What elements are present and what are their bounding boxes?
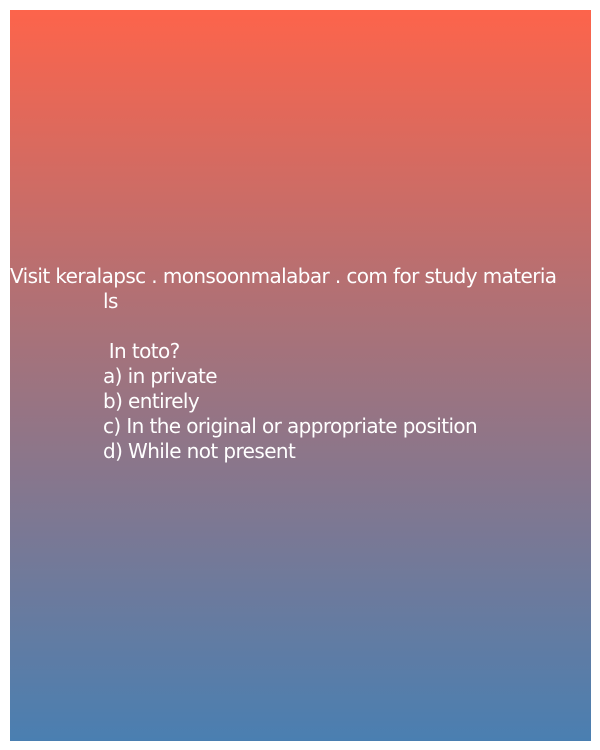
option-c: c) In the original or appropriate positi… [103,414,478,438]
option-a: a) in private [103,364,218,388]
banner-text-line-1: Visit keralapsc . monsoonmalabar . com f… [10,264,557,288]
option-b: b) entirely [103,389,200,413]
card-content: Visit keralapsc . monsoonmalabar . com f… [10,264,591,464]
banner-text-line-2: ls [103,289,118,313]
question-text: In toto? [103,339,181,363]
question-card: Visit keralapsc . monsoonmalabar . com f… [10,10,591,741]
option-d: d) While not present [103,439,296,463]
